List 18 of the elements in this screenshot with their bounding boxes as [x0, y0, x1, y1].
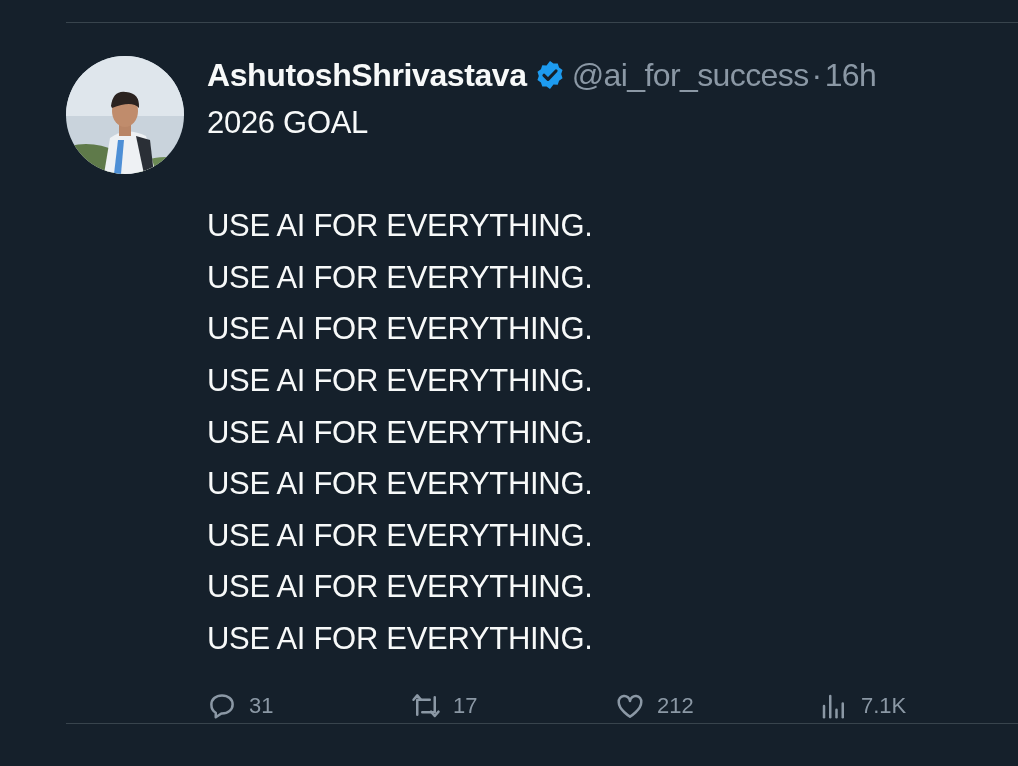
post-text-line: USE AI FOR EVERYTHING. — [207, 310, 594, 349]
action-count: 17 — [453, 692, 478, 719]
action-count: 7.1K — [861, 692, 907, 719]
separator-dot: · — [811, 56, 822, 94]
post-time[interactable]: 16h — [824, 56, 877, 94]
action-count: 31 — [249, 692, 274, 719]
post-text-line: USE AI FOR EVERYTHING. — [207, 361, 594, 400]
author-handle[interactable]: @ai_for_success — [571, 56, 809, 94]
post-text-line: USE AI FOR EVERYTHING. — [207, 465, 594, 504]
post-text-line: USE AI FOR EVERYTHING. — [207, 568, 594, 607]
post-text-line: USE AI FOR EVERYTHING. — [207, 258, 594, 297]
action-count: 212 — [657, 692, 694, 719]
post-text-line: USE AI FOR EVERYTHING. — [207, 207, 594, 246]
author-name[interactable]: AshutoshShrivastava — [207, 56, 527, 94]
post-text-line: USE AI FOR EVERYTHING. — [207, 516, 594, 555]
post-text-line: USE AI FOR EVERYTHING. — [207, 619, 594, 658]
post-headline: 2026 GOAL — [207, 104, 370, 142]
post-text-line: USE AI FOR EVERYTHING. — [207, 413, 594, 452]
